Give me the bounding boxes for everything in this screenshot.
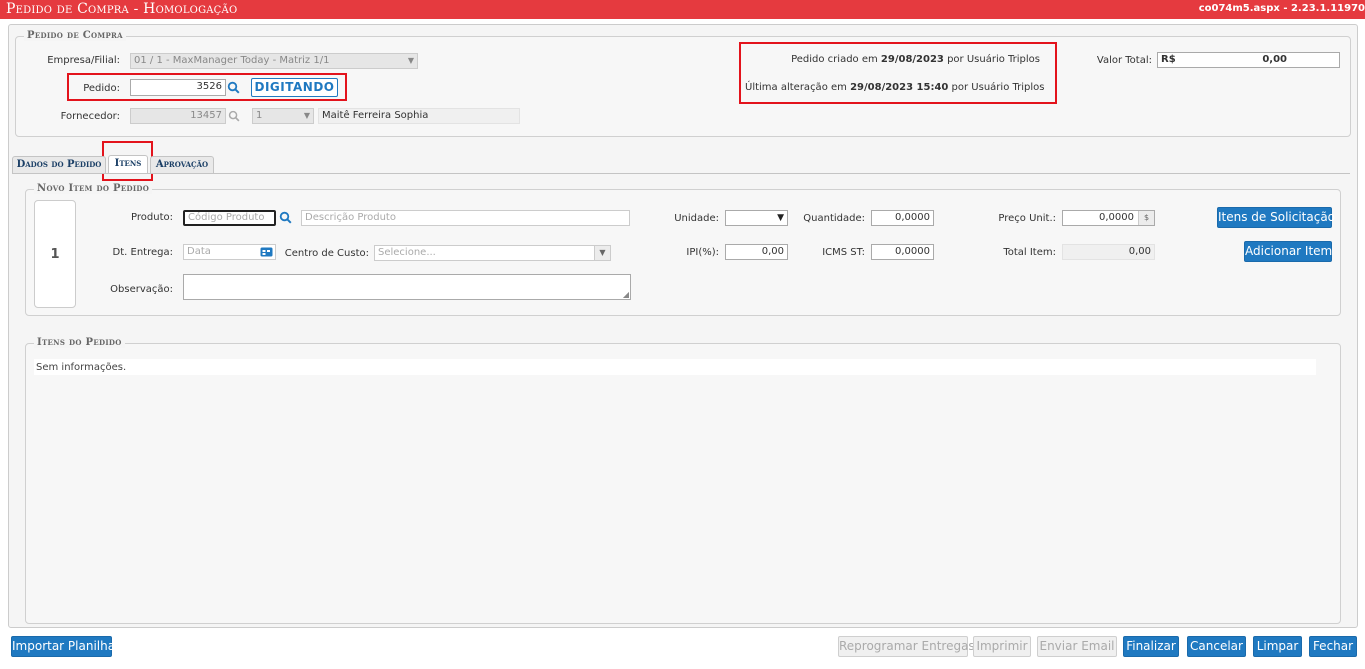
centro-custo-value: Selecione... [378,247,436,258]
fornecedor-code-input[interactable]: 13457 [130,108,226,124]
enviar-email-button[interactable]: Enviar Email [1037,636,1117,657]
search-icon[interactable] [279,211,292,227]
search-icon [228,110,240,125]
centro-custo-label: Centro de Custo: [284,248,369,259]
pedido-header-legend: Pedido de Compra [24,30,126,41]
item-number-box: 1 [34,200,76,308]
itens-pedido-fieldset: Itens do Pedido [25,337,1341,624]
icms-input[interactable]: 0,0000 [871,244,934,260]
valor-total-label: Valor Total: [1096,55,1152,66]
unidade-select[interactable]: ▼ [725,210,788,226]
tab-dados-do-pedido[interactable]: Dados do Pedido [12,156,106,173]
limpar-button[interactable]: Limpar [1253,636,1302,657]
ipi-label: IPI(%): [686,247,719,258]
item-number: 1 [50,247,60,262]
importar-planilha-button[interactable]: Importar Planilha [11,636,115,657]
tab-itens[interactable]: Itens [108,155,148,174]
tab-divider [12,173,1350,174]
reprogramar-entregas-button[interactable]: Reprogramar Entregas [838,636,975,657]
preco-input[interactable]: 0,0000 $ [1062,210,1155,226]
unidade-label: Unidade: [674,213,719,224]
empty-message: Sem informações. [36,362,127,373]
valor-total-currency: R$ [1161,54,1176,65]
fornecedor-seq-value: 1 [256,110,263,121]
empresa-select[interactable]: 01 / 1 - MaxManager Today - Matriz 1/1 ▼ [130,53,418,69]
finalizar-button[interactable]: Finalizar [1123,636,1179,657]
resize-grip-icon[interactable]: ◢ [623,290,629,299]
icms-label: ICMS ST: [822,247,865,258]
fechar-button[interactable]: Fechar [1309,636,1357,657]
novo-item-legend: Novo Item do Pedido [34,183,153,194]
empresa-label: Empresa/Filial: [47,55,120,66]
chevron-down-icon: ▼ [777,213,784,223]
currency-icon: $ [1138,211,1154,225]
page-title: Pedido de Compra - Homologação [6,1,238,17]
produto-label: Produto: [131,212,173,223]
valor-total-field: R$ 0,00 [1157,52,1340,68]
itens-pedido-legend: Itens do Pedido [34,337,125,348]
chevron-down-icon: ▼ [594,246,610,260]
total-item-value: 0,00 [1062,244,1155,260]
ipi-input[interactable]: 0,00 [725,244,788,260]
imprimir-button[interactable]: Imprimir [973,636,1031,657]
title-bar: Pedido de Compra - Homologação co074m5.a… [0,0,1365,19]
empresa-select-value: 01 / 1 - MaxManager Today - Matriz 1/1 [134,55,330,66]
cancelar-button[interactable]: Cancelar [1187,636,1246,657]
itens-pedido-empty-row: Sem informações. [34,359,1316,375]
chevron-down-icon: ▼ [407,56,414,65]
version-label: co074m5.aspx - 2.23.1.11970 [1198,3,1365,14]
quantidade-input[interactable]: 0,0000 [871,210,934,226]
valor-total-value: 0,00 [1262,54,1287,65]
tab-aprovacao[interactable]: Aprovação [150,156,214,173]
highlight-created-info [739,42,1057,104]
fornecedor-seq-select[interactable]: 1 ▼ [252,108,314,124]
quantidade-label: Quantidade: [803,213,865,224]
observacao-textarea[interactable]: ◢ [183,274,631,300]
preco-value: 0,0000 [1099,212,1134,223]
produto-code-input[interactable]: Código Produto [183,210,276,226]
entrega-label: Dt. Entrega: [112,247,173,258]
centro-custo-select[interactable]: Selecione... ▼ [374,245,611,261]
chevron-down-icon: ▼ [303,111,310,120]
calendar-icon[interactable] [260,246,273,260]
adicionar-item-button[interactable]: Adicionar Item [1244,241,1332,262]
preco-label: Preço Unit.: [998,213,1056,224]
produto-desc-input[interactable]: Descrição Produto [301,210,630,226]
fornecedor-name: Maitê Ferreira Sophia [318,108,520,124]
highlight-pedido [67,73,347,101]
total-item-label: Total Item: [1003,247,1056,258]
observacao-label: Observação: [110,284,173,295]
fornecedor-label: Fornecedor: [60,111,120,122]
itens-solicitacao-button[interactable]: Itens de Solicitação [1217,207,1335,228]
